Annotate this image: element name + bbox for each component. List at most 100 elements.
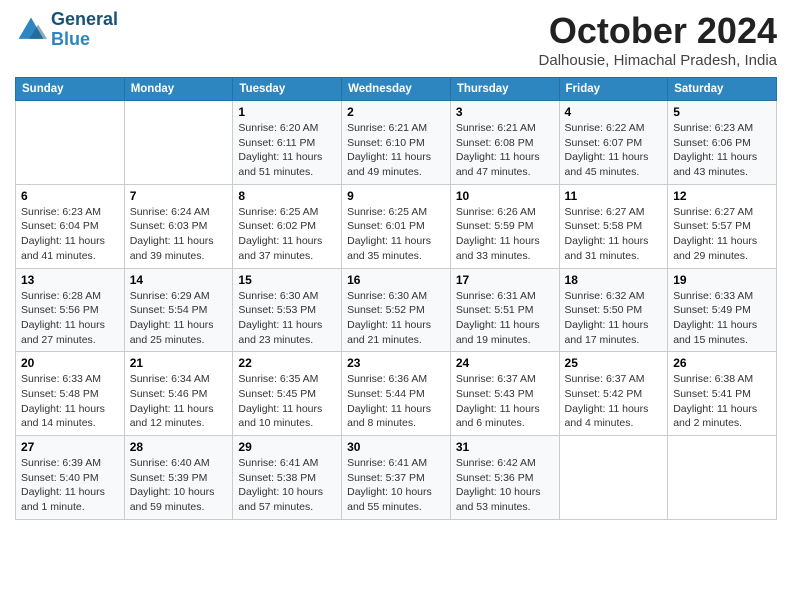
day-number: 15 [238,273,336,287]
day-number: 23 [347,356,445,370]
calendar-day-cell: 13 Sunrise: 6:28 AM Sunset: 5:56 PM Dayli… [16,268,125,352]
day-number: 16 [347,273,445,287]
calendar-day-cell: 31Sunrise: 6:42 AM Sunset: 5:36 PM Dayli… [450,436,559,520]
day-of-week-header: Friday [559,78,668,101]
day-number: 3 [456,105,554,119]
day-info: Sunrise: 6:20 AM Sunset: 6:11 PM Dayligh… [238,121,336,180]
day-of-week-header: Tuesday [233,78,342,101]
day-of-week-header: Thursday [450,78,559,101]
day-info: Sunrise: 6:30 AM Sunset: 5:52 PM Dayligh… [347,289,445,348]
day-info: Sunrise: 6:40 AM Sunset: 5:39 PM Dayligh… [130,456,228,515]
day-info: Sunrise: 6:30 AM Sunset: 5:53 PM Dayligh… [238,289,336,348]
day-number: 27 [21,440,119,454]
day-of-week-header: Wednesday [342,78,451,101]
day-number: 21 [130,356,228,370]
day-info: Sunrise: 6:22 AM Sunset: 6:07 PM Dayligh… [565,121,663,180]
calendar-day-cell: 24Sunrise: 6:37 AM Sunset: 5:43 PM Dayli… [450,352,559,436]
day-number: 12 [673,189,771,203]
day-info: Sunrise: 6:41 AM Sunset: 5:38 PM Dayligh… [238,456,336,515]
day-of-week-header: Sunday [16,78,125,101]
logo-icon [15,14,47,46]
calendar-header-row: SundayMondayTuesdayWednesdayThursdayFrid… [16,78,777,101]
day-info: Sunrise: 6:32 AM Sunset: 5:50 PM Dayligh… [565,289,663,348]
calendar-day-cell: 5 Sunrise: 6:23 AM Sunset: 6:06 PM Daylig… [668,101,777,185]
day-number: 8 [238,189,336,203]
day-number: 31 [456,440,554,454]
day-of-week-header: Monday [124,78,233,101]
calendar-day-cell [559,436,668,520]
calendar-day-cell: 19Sunrise: 6:33 AM Sunset: 5:49 PM Dayli… [668,268,777,352]
day-info: Sunrise: 6:21 AM Sunset: 6:08 PM Dayligh… [456,121,554,180]
calendar-day-cell: 29Sunrise: 6:41 AM Sunset: 5:38 PM Dayli… [233,436,342,520]
calendar-day-cell: 18 Sunrise: 6:32 AM Sunset: 5:50 PM Dayli… [559,268,668,352]
day-number: 20 [21,356,119,370]
calendar-day-cell: 20 Sunrise: 6:33 AM Sunset: 5:48 PM Dayli… [16,352,125,436]
calendar-day-cell: 2Sunrise: 6:21 AM Sunset: 6:10 PM Daylig… [342,101,451,185]
day-number: 6 [21,189,119,203]
calendar-day-cell: 14 Sunrise: 6:29 AM Sunset: 5:54 PM Dayli… [124,268,233,352]
day-info: Sunrise: 6:35 AM Sunset: 5:45 PM Dayligh… [238,372,336,431]
day-info: Sunrise: 6:38 AM Sunset: 5:41 PM Dayligh… [673,372,771,431]
day-info: Sunrise: 6:25 AM Sunset: 6:01 PM Dayligh… [347,205,445,264]
day-info: Sunrise: 6:33 AM Sunset: 5:48 PM Dayligh… [21,372,119,431]
day-number: 22 [238,356,336,370]
day-info: Sunrise: 6:26 AM Sunset: 5:59 PM Dayligh… [456,205,554,264]
calendar-day-cell: 3 Sunrise: 6:21 AM Sunset: 6:08 PM Daylig… [450,101,559,185]
day-number: 1 [238,105,336,119]
title-block: October 2024 Dalhousie, Himachal Pradesh… [539,10,777,69]
logo: General Blue [15,10,118,50]
calendar-day-cell: 15 Sunrise: 6:30 AM Sunset: 5:53 PM Dayli… [233,268,342,352]
day-number: 26 [673,356,771,370]
day-info: Sunrise: 6:24 AM Sunset: 6:03 PM Dayligh… [130,205,228,264]
day-info: Sunrise: 6:31 AM Sunset: 5:51 PM Dayligh… [456,289,554,348]
day-info: Sunrise: 6:39 AM Sunset: 5:40 PM Dayligh… [21,456,119,515]
day-number: 7 [130,189,228,203]
calendar-day-cell: 4 Sunrise: 6:22 AM Sunset: 6:07 PM Daylig… [559,101,668,185]
calendar-day-cell: 12Sunrise: 6:27 AM Sunset: 5:57 PM Dayli… [668,184,777,268]
day-info: Sunrise: 6:23 AM Sunset: 6:06 PM Dayligh… [673,121,771,180]
calendar-day-cell: 21 Sunrise: 6:34 AM Sunset: 5:46 PM Dayli… [124,352,233,436]
day-number: 14 [130,273,228,287]
calendar-day-cell: 8 Sunrise: 6:25 AM Sunset: 6:02 PM Daylig… [233,184,342,268]
day-info: Sunrise: 6:33 AM Sunset: 5:49 PM Dayligh… [673,289,771,348]
day-number: 25 [565,356,663,370]
day-number: 10 [456,189,554,203]
day-number: 5 [673,105,771,119]
page-header: General Blue October 2024 Dalhousie, Him… [15,10,777,69]
day-number: 4 [565,105,663,119]
day-info: Sunrise: 6:25 AM Sunset: 6:02 PM Dayligh… [238,205,336,264]
calendar-day-cell: 10 Sunrise: 6:26 AM Sunset: 5:59 PM Dayli… [450,184,559,268]
calendar-day-cell: 6Sunrise: 6:23 AM Sunset: 6:04 PM Daylig… [16,184,125,268]
calendar-week-row: 27 Sunrise: 6:39 AM Sunset: 5:40 PM Dayli… [16,436,777,520]
calendar-day-cell [16,101,125,185]
day-number: 18 [565,273,663,287]
day-info: Sunrise: 6:28 AM Sunset: 5:56 PM Dayligh… [21,289,119,348]
logo-text: General Blue [51,10,118,50]
day-number: 30 [347,440,445,454]
calendar-day-cell: 28 Sunrise: 6:40 AM Sunset: 5:39 PM Dayli… [124,436,233,520]
calendar-day-cell [668,436,777,520]
calendar-day-cell: 26 Sunrise: 6:38 AM Sunset: 5:41 PM Dayli… [668,352,777,436]
day-info: Sunrise: 6:29 AM Sunset: 5:54 PM Dayligh… [130,289,228,348]
day-info: Sunrise: 6:34 AM Sunset: 5:46 PM Dayligh… [130,372,228,431]
calendar-day-cell: 9Sunrise: 6:25 AM Sunset: 6:01 PM Daylig… [342,184,451,268]
calendar-week-row: 1 Sunrise: 6:20 AM Sunset: 6:11 PM Daylig… [16,101,777,185]
calendar-day-cell: 23 Sunrise: 6:36 AM Sunset: 5:44 PM Dayli… [342,352,451,436]
day-info: Sunrise: 6:36 AM Sunset: 5:44 PM Dayligh… [347,372,445,431]
calendar-day-cell: 25 Sunrise: 6:37 AM Sunset: 5:42 PM Dayli… [559,352,668,436]
day-number: 28 [130,440,228,454]
day-number: 13 [21,273,119,287]
day-info: Sunrise: 6:21 AM Sunset: 6:10 PM Dayligh… [347,121,445,180]
day-info: Sunrise: 6:41 AM Sunset: 5:37 PM Dayligh… [347,456,445,515]
calendar-day-cell: 27 Sunrise: 6:39 AM Sunset: 5:40 PM Dayli… [16,436,125,520]
calendar-table: SundayMondayTuesdayWednesdayThursdayFrid… [15,77,777,520]
day-info: Sunrise: 6:37 AM Sunset: 5:42 PM Dayligh… [565,372,663,431]
day-number: 17 [456,273,554,287]
calendar-day-cell: 30 Sunrise: 6:41 AM Sunset: 5:37 PM Dayli… [342,436,451,520]
day-number: 24 [456,356,554,370]
calendar-day-cell: 17 Sunrise: 6:31 AM Sunset: 5:51 PM Dayli… [450,268,559,352]
month-title: October 2024 [539,10,777,52]
calendar-day-cell: 22 Sunrise: 6:35 AM Sunset: 5:45 PM Dayli… [233,352,342,436]
calendar-day-cell: 7 Sunrise: 6:24 AM Sunset: 6:03 PM Daylig… [124,184,233,268]
location-subtitle: Dalhousie, Himachal Pradesh, India [539,52,777,69]
